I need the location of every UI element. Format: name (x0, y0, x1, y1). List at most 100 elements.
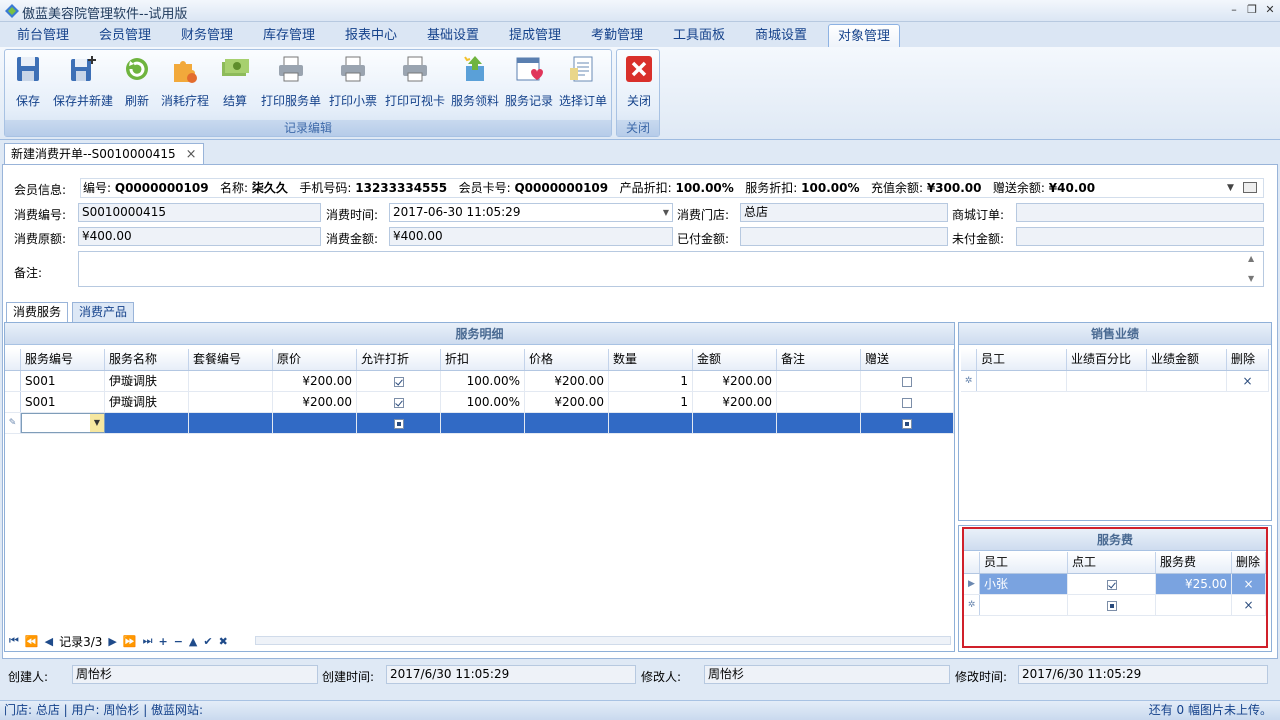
edit-record-icon[interactable]: ▲ (189, 635, 197, 648)
chevron-down-icon[interactable]: ▼ (90, 414, 104, 432)
chevron-down-icon[interactable]: ▼ (663, 204, 669, 221)
col-allow-discount[interactable]: 允许打折 (357, 349, 441, 370)
delete-icon[interactable]: × (1227, 371, 1269, 391)
close-tab-icon[interactable]: × (186, 147, 197, 162)
col-delete[interactable]: 删除 (1232, 552, 1266, 573)
table-row[interactable]: ▶ 小张 ¥25.00 × (964, 574, 1266, 595)
gift-checkbox[interactable] (902, 376, 912, 387)
col-original-price[interactable]: 原价 (273, 349, 357, 370)
allow-discount-checkbox[interactable] (393, 418, 404, 429)
gift-checkbox[interactable] (902, 418, 912, 429)
print-visual-card-button[interactable]: 打印可视卡 (383, 54, 447, 114)
new-row[interactable]: ✲ × (964, 595, 1266, 616)
tab-tools[interactable]: 工具面板 (664, 24, 734, 47)
store-field[interactable]: 总店 (740, 203, 948, 222)
tab-mall-settings[interactable]: 商城设置 (746, 24, 816, 47)
col-staff[interactable]: 员工 (977, 349, 1067, 370)
delete-record-icon[interactable]: − (174, 635, 183, 648)
last-record-icon[interactable]: ⏭ (143, 634, 153, 648)
cancel-icon[interactable]: ✖ (219, 635, 228, 648)
allow-discount-checkbox[interactable] (393, 376, 404, 387)
col-service-name[interactable]: 服务名称 (105, 349, 189, 370)
tab-member[interactable]: 会员管理 (90, 24, 160, 47)
select-order-button[interactable]: 选择订单 (557, 54, 609, 114)
print-receipt-button[interactable]: 打印小票 (327, 54, 379, 114)
paid-amount-field[interactable] (740, 227, 948, 246)
original-amount-field[interactable]: ¥400.00 (78, 227, 321, 246)
service-code-dropdown[interactable]: ▼ (21, 413, 105, 433)
modify-time-field[interactable]: 2017/6/30 11:05:29 (1018, 665, 1268, 684)
col-service-code[interactable]: 服务编号 (21, 349, 105, 370)
save-button[interactable]: 保存 (11, 54, 45, 114)
next-record-icon[interactable]: ▶ (108, 635, 116, 648)
tab-attendance[interactable]: 考勤管理 (582, 24, 652, 47)
tab-commission[interactable]: 提成管理 (500, 24, 570, 47)
prev-page-icon[interactable]: ⏪ (25, 635, 39, 648)
member-info-field[interactable]: 编号: Q0000000109 名称: 柒久久 手机号码: 1323333455… (80, 178, 1264, 198)
restore-icon[interactable]: ❐ (1244, 3, 1260, 17)
col-package-code[interactable]: 套餐编号 (189, 349, 273, 370)
consume-amount-field[interactable]: ¥400.00 (389, 227, 673, 246)
fee-grid-header: 员工 点工 服务费 删除 (964, 552, 1266, 574)
tab-front-desk[interactable]: 前台管理 (8, 24, 78, 47)
scroll-up-icon[interactable]: ▲ (1248, 254, 1254, 263)
col-percent[interactable]: 业绩百分比 (1067, 349, 1147, 370)
tab-reports[interactable]: 报表中心 (336, 24, 406, 47)
tab-consume-service[interactable]: 消费服务 (6, 302, 69, 323)
col-delete[interactable]: 删除 (1227, 349, 1269, 370)
refresh-button[interactable]: 刷新 (119, 54, 155, 114)
service-material-button[interactable]: 服务领料 (449, 54, 501, 114)
document-tab[interactable]: 新建消费开单--S0010000415 × (4, 143, 204, 165)
delete-icon[interactable]: × (1232, 595, 1266, 615)
save-and-new-button[interactable]: 保存并新建 (51, 54, 115, 114)
tab-finance[interactable]: 财务管理 (172, 24, 242, 47)
order-no-field[interactable]: S0010000415 (78, 203, 321, 222)
col-quantity[interactable]: 数量 (609, 349, 693, 370)
tab-inventory[interactable]: 库存管理 (254, 24, 324, 47)
col-price[interactable]: 价格 (525, 349, 609, 370)
point-work-checkbox[interactable] (1106, 579, 1117, 590)
create-time-field[interactable]: 2017/6/30 11:05:29 (386, 665, 636, 684)
confirm-icon[interactable]: ✔ (203, 635, 212, 648)
scroll-down-icon[interactable]: ▼ (1248, 274, 1254, 283)
first-record-icon[interactable]: ⏮ (9, 634, 19, 648)
point-work-checkbox[interactable] (1106, 600, 1117, 611)
next-page-icon[interactable]: ⏩ (123, 635, 137, 648)
consume-course-button[interactable]: 消耗疗程 (159, 54, 211, 114)
member-dropdown-icon[interactable]: ▼ (1227, 179, 1234, 198)
tab-object-management[interactable]: 对象管理 (828, 24, 900, 47)
new-row[interactable]: ✲ × (961, 371, 1269, 392)
allow-discount-checkbox[interactable] (393, 397, 404, 408)
new-row[interactable]: ✎ ▼ (5, 413, 954, 434)
tab-consume-product[interactable]: 消费产品 (72, 302, 135, 322)
horizontal-scrollbar[interactable] (255, 636, 951, 645)
service-record-button[interactable]: 服务记录 (503, 54, 555, 114)
checkout-button[interactable]: 结算 (217, 54, 253, 114)
modifier-field[interactable]: 周怡杉 (704, 665, 950, 684)
tab-basic-settings[interactable]: 基础设置 (418, 24, 488, 47)
unpaid-amount-field[interactable] (1016, 227, 1264, 246)
close-window-icon[interactable]: ✕ (1262, 3, 1278, 17)
col-gift[interactable]: 赠送 (861, 349, 954, 370)
table-row[interactable]: S001 伊璇调肤 ¥200.00 100.00% ¥200.00 1 ¥200… (5, 392, 954, 413)
mall-order-field[interactable] (1016, 203, 1264, 222)
delete-icon[interactable]: × (1232, 574, 1266, 594)
col-point-work[interactable]: 点工 (1068, 552, 1156, 573)
id-card-icon[interactable] (1243, 182, 1257, 193)
col-perf-amount[interactable]: 业绩金额 (1147, 349, 1227, 370)
gift-checkbox[interactable] (902, 397, 912, 408)
print-service-order-button[interactable]: 打印服务单 (259, 54, 323, 114)
col-service-fee[interactable]: 服务费 (1156, 552, 1232, 573)
table-row[interactable]: S001 伊璇调肤 ¥200.00 100.00% ¥200.00 1 ¥200… (5, 371, 954, 392)
consume-time-field[interactable]: 2017-06-30 11:05:29 ▼ (389, 203, 673, 222)
prev-record-icon[interactable]: ◀ (45, 635, 53, 648)
col-staff[interactable]: 员工 (980, 552, 1068, 573)
note-textarea[interactable] (78, 251, 1264, 287)
col-discount[interactable]: 折扣 (441, 349, 525, 370)
col-note[interactable]: 备注 (777, 349, 861, 370)
creator-field[interactable]: 周怡杉 (72, 665, 318, 684)
minimize-icon[interactable]: – (1226, 3, 1242, 17)
col-amount[interactable]: 金额 (693, 349, 777, 370)
add-record-icon[interactable]: + (158, 635, 167, 648)
close-button[interactable]: 关闭 (622, 54, 656, 114)
